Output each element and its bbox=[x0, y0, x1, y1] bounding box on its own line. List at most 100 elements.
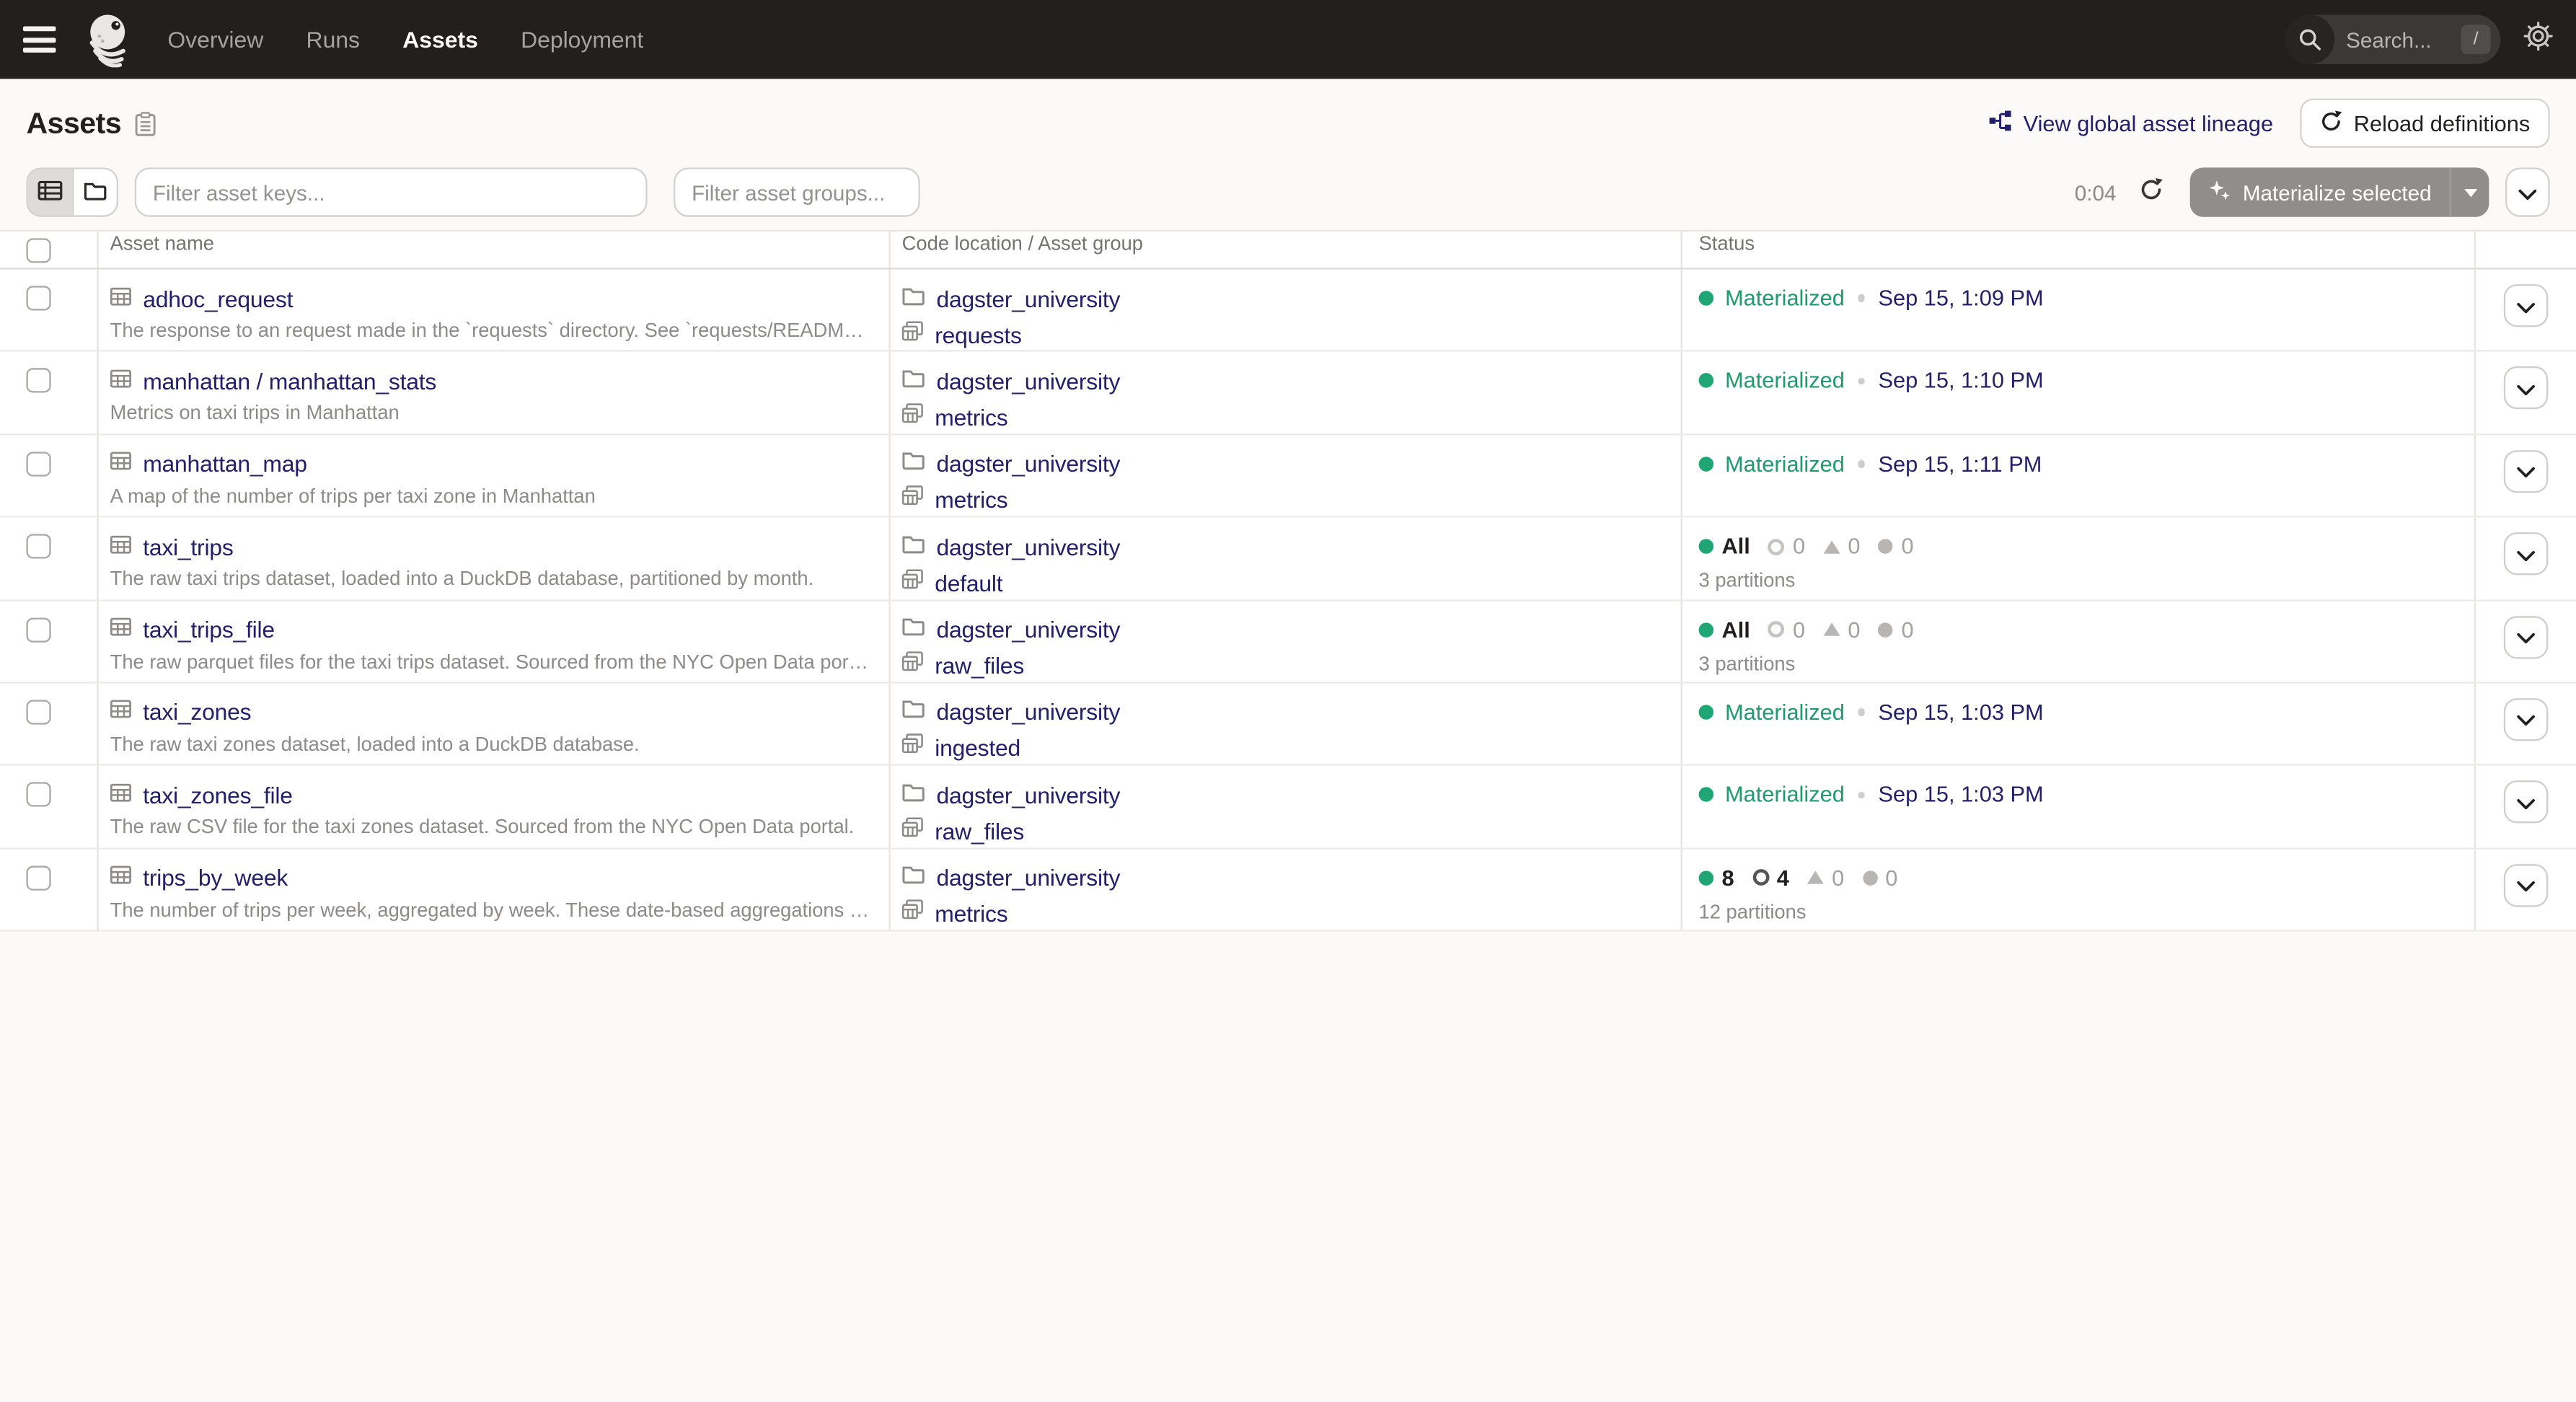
asset-description: The raw CSV file for the taxi zones data… bbox=[110, 816, 873, 839]
materialization-timestamp-link[interactable]: Sep 15, 1:03 PM bbox=[1879, 700, 2044, 724]
toolbar-expand-button[interactable] bbox=[2505, 167, 2550, 216]
row-expand-button[interactable] bbox=[2504, 698, 2549, 741]
dagster-logo-icon[interactable] bbox=[81, 12, 136, 67]
asset-group-link[interactable]: metrics bbox=[935, 901, 1007, 927]
asset-name-link[interactable]: trips_by_week bbox=[143, 865, 288, 891]
filter-asset-groups-input[interactable] bbox=[674, 167, 920, 216]
asset-name-link[interactable]: taxi_trips_file bbox=[143, 616, 275, 642]
row-checkbox[interactable] bbox=[26, 369, 50, 393]
refresh-icon bbox=[2139, 177, 2163, 207]
column-header-asset-name: Asset name bbox=[97, 232, 888, 268]
code-location-link[interactable]: dagster_university bbox=[937, 865, 1121, 891]
row-expand-button[interactable] bbox=[2504, 532, 2549, 575]
row-expand-button[interactable] bbox=[2504, 864, 2549, 907]
asset-group-link[interactable]: raw_files bbox=[935, 818, 1024, 844]
filter-asset-keys-input[interactable] bbox=[135, 167, 648, 216]
partition-count-value: 4 bbox=[1777, 865, 1789, 890]
nav-tab-runs[interactable]: Runs bbox=[306, 26, 360, 52]
search-input[interactable]: Search... / bbox=[2285, 15, 2500, 64]
materialization-timestamp-link[interactable]: Sep 15, 1:03 PM bbox=[1879, 782, 2044, 807]
app-viewport: Overview Runs Assets Deployment Search..… bbox=[0, 0, 2576, 1402]
row-checkbox[interactable] bbox=[26, 534, 50, 559]
hollow-circle-icon bbox=[1768, 538, 1785, 555]
triangle-icon bbox=[1823, 540, 1840, 553]
refresh-button[interactable] bbox=[2139, 177, 2163, 207]
asset-table-icon bbox=[110, 283, 132, 313]
code-location-link[interactable]: dagster_university bbox=[937, 285, 1121, 311]
search-shortcut-badge: / bbox=[2461, 25, 2491, 54]
materialized-status-label: Materialized bbox=[1725, 369, 1845, 393]
asset-group-icon bbox=[902, 485, 924, 515]
asset-description: Metrics on taxi trips in Manhattan bbox=[110, 402, 873, 425]
chevron-down-icon bbox=[2517, 376, 2535, 400]
code-location-link[interactable]: dagster_university bbox=[937, 534, 1121, 560]
row-expand-button[interactable] bbox=[2504, 284, 2549, 327]
row-checkbox[interactable] bbox=[26, 782, 50, 807]
asset-group-icon bbox=[902, 402, 924, 432]
asset-group-link[interactable]: ingested bbox=[935, 735, 1020, 761]
solid-circle-icon bbox=[1879, 539, 1894, 555]
row-expand-button[interactable] bbox=[2504, 367, 2549, 410]
materialization-timestamp-link[interactable]: Sep 15, 1:11 PM bbox=[1879, 451, 2042, 476]
triangle-icon bbox=[1823, 623, 1840, 636]
table-view-button[interactable] bbox=[28, 169, 73, 216]
row-expand-button[interactable] bbox=[2504, 615, 2549, 658]
materialization-timestamp-link[interactable]: Sep 15, 1:10 PM bbox=[1879, 369, 2044, 393]
row-checkbox[interactable] bbox=[26, 286, 50, 310]
chevron-down-icon bbox=[2518, 180, 2536, 204]
folder-view-icon bbox=[84, 180, 107, 204]
row-checkbox[interactable] bbox=[26, 700, 50, 724]
asset-group-link[interactable]: raw_files bbox=[935, 653, 1024, 679]
row-expand-button[interactable] bbox=[2504, 450, 2549, 493]
partition-count-value: All bbox=[1721, 617, 1750, 642]
asset-name-link[interactable]: taxi_trips bbox=[143, 534, 233, 560]
materialize-selected-button[interactable]: Materialize selected bbox=[2190, 167, 2489, 216]
row-checkbox[interactable] bbox=[26, 865, 50, 890]
folder-view-button[interactable] bbox=[72, 169, 117, 216]
hollow-circle-icon bbox=[1768, 621, 1785, 638]
code-location-link[interactable]: dagster_university bbox=[937, 782, 1121, 808]
separator-dot-icon bbox=[1858, 708, 1865, 715]
reload-definitions-button[interactable]: Reload definitions bbox=[2300, 99, 2550, 148]
nav-tab-overview[interactable]: Overview bbox=[167, 26, 263, 52]
folder-icon bbox=[902, 614, 925, 644]
asset-table-icon bbox=[110, 863, 132, 893]
asset-name-link[interactable]: adhoc_request bbox=[143, 285, 293, 311]
settings-button[interactable] bbox=[2523, 20, 2553, 58]
asset-group-link[interactable]: requests bbox=[935, 321, 1022, 347]
row-checkbox[interactable] bbox=[26, 617, 50, 642]
code-location-link[interactable]: dagster_university bbox=[937, 451, 1121, 477]
asset-description: The response to an request made in the `… bbox=[110, 319, 873, 342]
asset-group-link[interactable]: metrics bbox=[935, 404, 1007, 430]
select-all-checkbox[interactable] bbox=[26, 237, 50, 262]
code-location-link[interactable]: dagster_university bbox=[937, 368, 1121, 394]
folder-icon bbox=[902, 283, 925, 313]
nav-tab-assets[interactable]: Assets bbox=[402, 26, 478, 52]
asset-name-link[interactable]: manhattan / manhattan_stats bbox=[143, 368, 436, 394]
row-checkbox[interactable] bbox=[26, 451, 50, 476]
solid-circle-icon bbox=[1862, 870, 1877, 886]
code-location-link[interactable]: dagster_university bbox=[937, 616, 1121, 642]
asset-group-link[interactable]: default bbox=[935, 570, 1002, 596]
nav-tab-deployment[interactable]: Deployment bbox=[521, 26, 643, 52]
asset-name-link[interactable]: taxi_zones bbox=[143, 699, 251, 725]
code-location-link[interactable]: dagster_university bbox=[937, 699, 1121, 725]
table-row: manhattan / manhattan_stats Metrics on t… bbox=[0, 352, 2576, 435]
materialize-dropdown-caret[interactable] bbox=[2451, 188, 2489, 196]
table-view-icon bbox=[38, 180, 62, 204]
green-dot-icon bbox=[1699, 539, 1714, 555]
asset-group-link[interactable]: metrics bbox=[935, 487, 1007, 513]
green-dot-icon bbox=[1699, 788, 1714, 803]
table-row: adhoc_request The response to an request… bbox=[0, 270, 2576, 353]
view-global-asset-lineage-link[interactable]: View global asset lineage bbox=[1988, 108, 2274, 138]
assets-table: Asset name Code location / Asset group S… bbox=[0, 230, 2576, 932]
row-expand-button[interactable] bbox=[2504, 781, 2549, 824]
page-title: Assets bbox=[26, 106, 121, 141]
asset-name-link[interactable]: manhattan_map bbox=[143, 451, 307, 477]
hamburger-menu-icon[interactable] bbox=[23, 26, 56, 52]
green-dot-icon bbox=[1699, 622, 1714, 637]
table-row: manhattan_map A map of the number of tri… bbox=[0, 435, 2576, 518]
table-row: taxi_trips_file The raw parquet files fo… bbox=[0, 601, 2576, 684]
asset-name-link[interactable]: taxi_zones_file bbox=[143, 782, 293, 808]
materialization-timestamp-link[interactable]: Sep 15, 1:09 PM bbox=[1879, 286, 2044, 310]
